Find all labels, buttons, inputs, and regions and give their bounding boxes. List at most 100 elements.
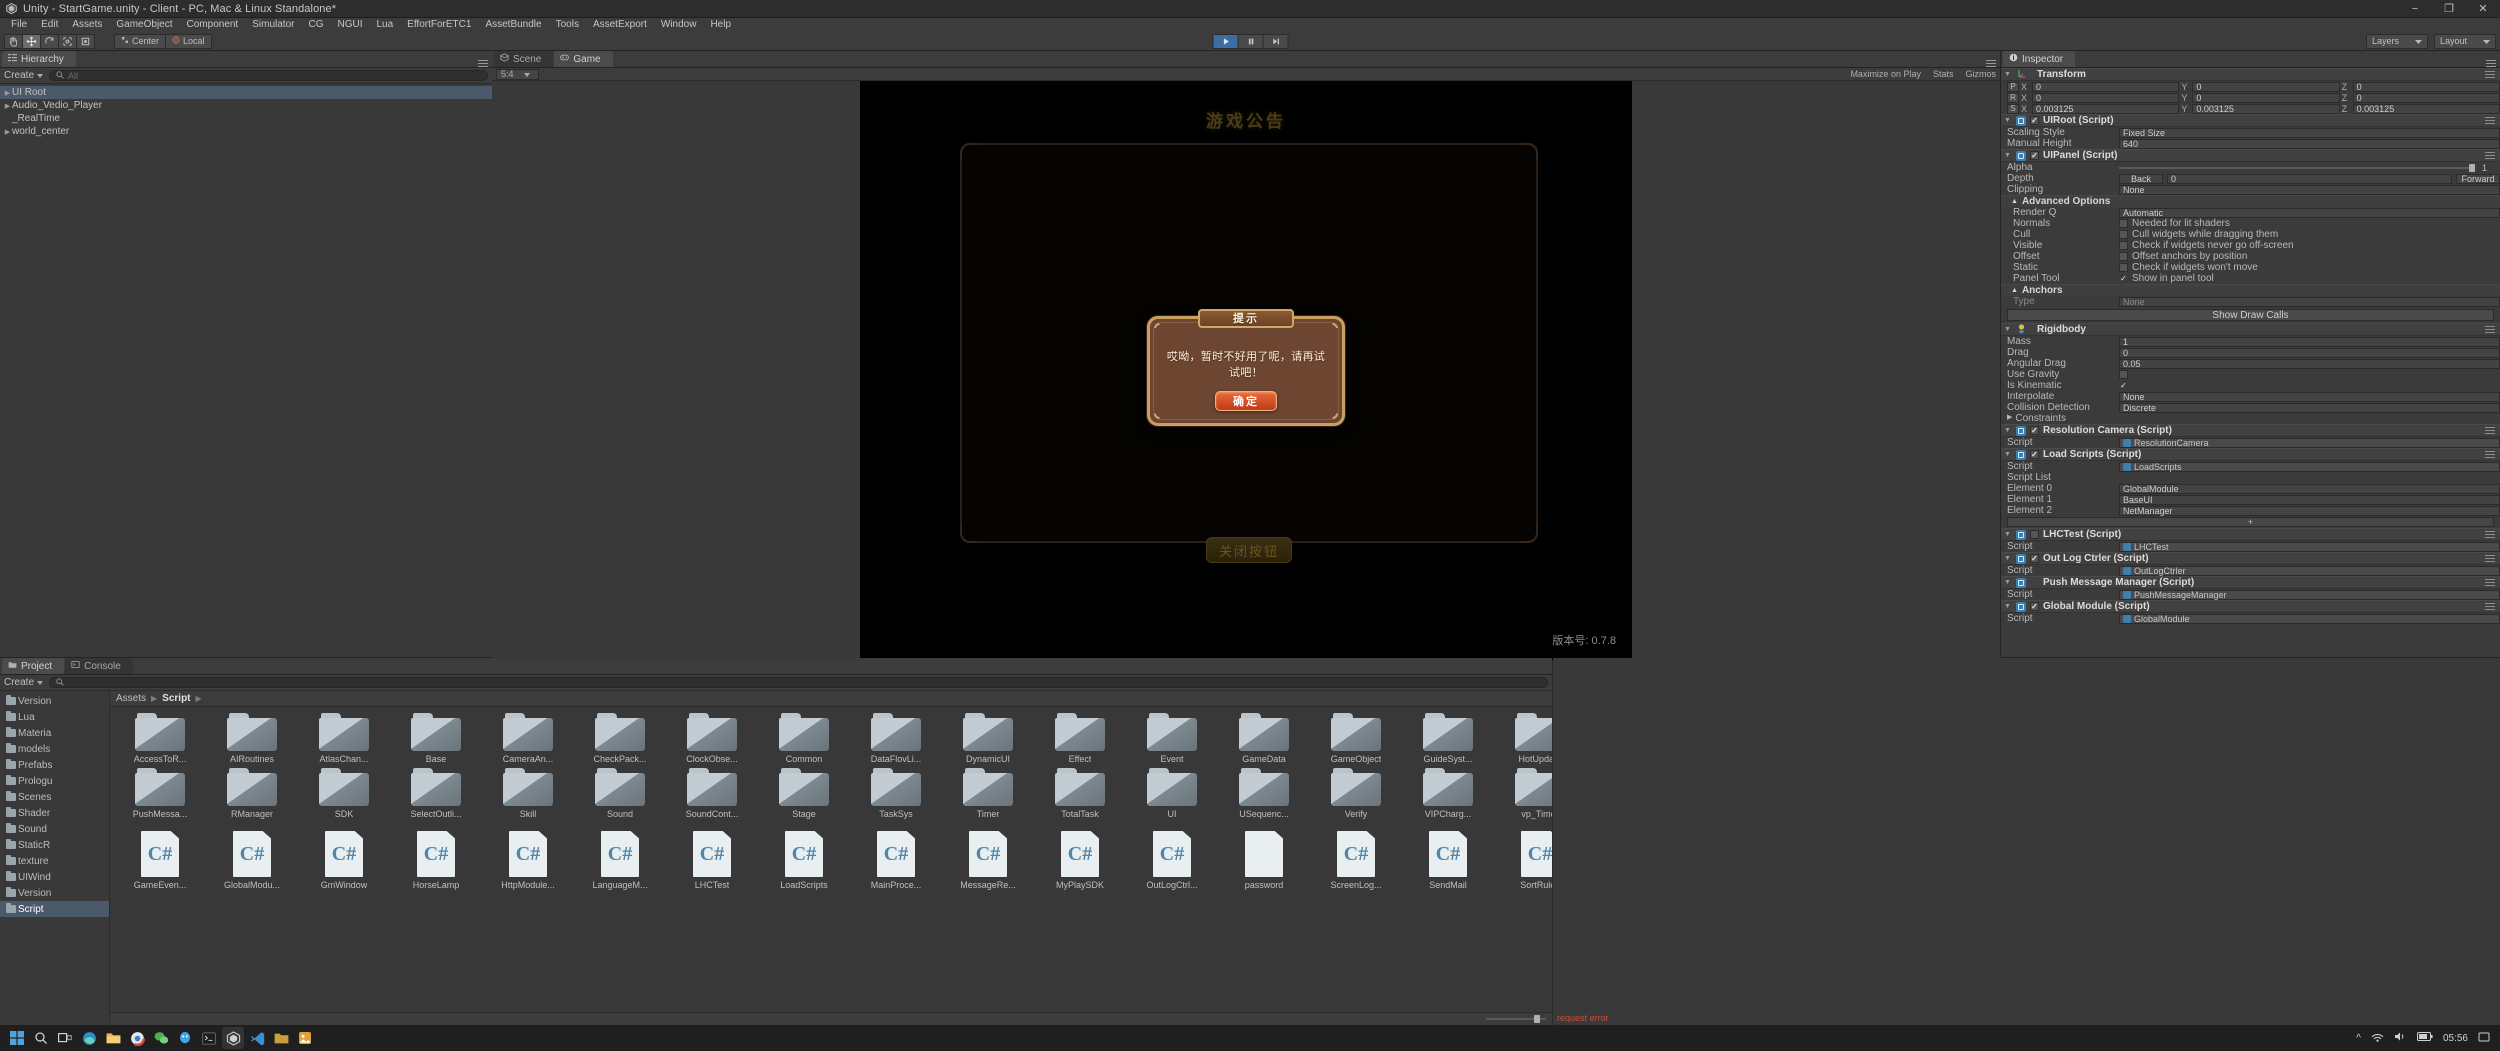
hierarchy-create-button[interactable]: Create [4,70,44,81]
rotate-tool-icon[interactable] [40,33,59,49]
project-tree-item[interactable]: texture [0,853,109,869]
menu-gameobject[interactable]: GameObject [109,18,179,32]
component-options[interactable] [2485,116,2500,125]
rotation-x-field[interactable]: 0 [2032,92,2180,103]
depth-back-button[interactable]: Back [2119,173,2163,184]
resolution-camera-enabled-checkbox[interactable] [2030,426,2039,435]
asset-item[interactable]: DynamicUI [942,711,1034,766]
component-options[interactable] [2485,578,2500,587]
hierarchy-item-world-center[interactable]: ▶ world_center [0,125,492,138]
asset-zoom-knob[interactable] [1534,1015,1540,1023]
play-button[interactable] [1212,33,1239,49]
foldout-triangle-icon[interactable]: ▼ [2004,152,2012,159]
asset-item[interactable]: GameData [1218,711,1310,766]
position-x-field[interactable]: 0 [2032,81,2180,92]
out-log-ctrler-enabled-checkbox[interactable] [2030,554,2039,563]
asset-item[interactable]: Event [1126,711,1218,766]
component-header-rigidbody[interactable]: ▼ Rigidbody [2001,323,2500,336]
asset-item[interactable]: C# MainProce... [850,829,942,892]
foldout-triangle-icon[interactable]: ▼ [2004,427,2012,434]
maximize-button[interactable]: ❐ [2432,0,2466,18]
project-tree-item[interactable]: Materia [0,725,109,741]
menu-edit[interactable]: Edit [34,18,65,32]
hierarchy-tree[interactable]: ▶ UI Root ▶ Audio_Vedio_Player ▶ _RealTi… [0,84,492,657]
asset-item[interactable]: PushMessa... [114,766,206,829]
expand-triangle-icon[interactable]: ▶ [3,89,12,97]
hierarchy-item-audio-vedio-player[interactable]: ▶ Audio_Vedio_Player [0,99,492,112]
collision-detection-dropdown[interactable]: Discrete [2119,402,2500,413]
asset-item[interactable]: SDK [298,766,390,829]
load-scripts-script-field[interactable]: LoadScripts [2119,461,2500,472]
gizmos-dropdown[interactable]: Gizmos [1965,69,1996,79]
is-kinematic-checkbox[interactable] [2119,381,2128,390]
project-tree-item[interactable]: UIWind [0,869,109,885]
asset-item[interactable]: C# GmWindow [298,829,390,892]
hierarchy-menu-button[interactable] [478,59,492,67]
rotation-y-field[interactable]: 0 [2192,92,2340,103]
asset-item[interactable]: GuideSyst... [1402,711,1494,766]
tab-project[interactable]: Project [2,658,65,674]
asset-zoom-slider[interactable] [1486,1015,1546,1023]
taskview-icon[interactable] [54,1027,76,1049]
asset-item[interactable]: vp_Timer [1494,766,1552,829]
volume-icon[interactable] [2394,1031,2407,1045]
asset-item[interactable]: C# SortRules [1494,829,1552,892]
qq-icon[interactable] [174,1027,196,1049]
rect-tool-icon[interactable] [76,33,95,49]
asset-item[interactable]: VIPCharg... [1402,766,1494,829]
foldout-triangle-icon[interactable]: ▼ [2004,579,2012,586]
asset-item[interactable]: C# MessageRe... [942,829,1034,892]
project-tree-item[interactable]: Lua [0,709,109,725]
uipanel-enabled-checkbox[interactable] [2030,151,2039,160]
interpolate-dropdown[interactable]: None [2119,391,2500,402]
folder2-icon[interactable] [270,1027,292,1049]
edge-icon[interactable] [78,1027,100,1049]
asset-item[interactable]: CameraAn... [482,711,574,766]
element-1-field[interactable]: BaseUI [2119,494,2500,505]
scale-tool-icon[interactable] [58,33,77,49]
step-button[interactable] [1262,33,1289,49]
angular-drag-field[interactable]: 0.05 [2119,358,2500,369]
panel-tool-checkbox[interactable] [2119,274,2128,283]
component-options[interactable] [2485,530,2500,539]
hierarchy-item-realtime[interactable]: ▶ _RealTime [0,112,492,125]
resolution-camera-script-field[interactable]: ResolutionCamera [2119,437,2500,448]
project-tree-item[interactable]: Shader [0,805,109,821]
pivot-button[interactable]: Center [114,33,167,49]
project-tree-item[interactable]: Sound [0,821,109,837]
menu-effortforetc1[interactable]: EffortForETC1 [400,18,478,32]
paint-icon[interactable] [294,1027,316,1049]
inspector-menu-button[interactable] [2486,59,2500,67]
static-checkbox[interactable] [2119,263,2128,272]
uiroot-enabled-checkbox[interactable] [2030,116,2039,125]
expand-triangle-icon[interactable]: ▶ [3,102,12,110]
menu-assets[interactable]: Assets [65,18,109,32]
asset-item[interactable]: Common [758,711,850,766]
project-tree-item[interactable]: Prologu [0,773,109,789]
component-header-uipanel[interactable]: ▼ UIPanel (Script) [2001,149,2500,162]
foldout-triangle-icon[interactable]: ▶ [2007,413,2012,424]
drag-field[interactable]: 0 [2119,347,2500,358]
anchor-type-dropdown[interactable]: None [2119,296,2500,307]
space-button[interactable]: Local [165,33,212,49]
constraints-row[interactable]: ▶ Constraints [2001,413,2500,424]
foldout-triangle-icon[interactable]: ▼ [2004,603,2012,610]
layers-dropdown[interactable]: Layers [2366,33,2428,49]
project-folder-tree[interactable]: Version Lua Materia models Prefabs Prolo… [0,691,110,1025]
asset-item[interactable]: C# ScreenLog... [1310,829,1402,892]
asset-item[interactable]: C# SendMail [1402,829,1494,892]
hierarchy-item-ui-root[interactable]: ▶ UI Root [0,86,492,99]
asset-item[interactable]: USequenc... [1218,766,1310,829]
asset-item[interactable]: C# LanguageM... [574,829,666,892]
component-header-uiroot[interactable]: ▼ UIRoot (Script) [2001,114,2500,127]
foldout-triangle-icon[interactable]: ▼ [2004,326,2012,333]
foldout-triangle-icon[interactable]: ▼ [2004,451,2012,458]
asset-item[interactable]: HotUpdate [1494,711,1552,766]
asset-item[interactable]: Skill [482,766,574,829]
menu-help[interactable]: Help [703,18,738,32]
menu-assetbundle[interactable]: AssetBundle [478,18,548,32]
network-icon[interactable] [2371,1031,2384,1045]
project-create-button[interactable]: Create [4,677,44,688]
project-tree-item[interactable]: Scenes [0,789,109,805]
tab-game[interactable]: Game [554,51,613,67]
